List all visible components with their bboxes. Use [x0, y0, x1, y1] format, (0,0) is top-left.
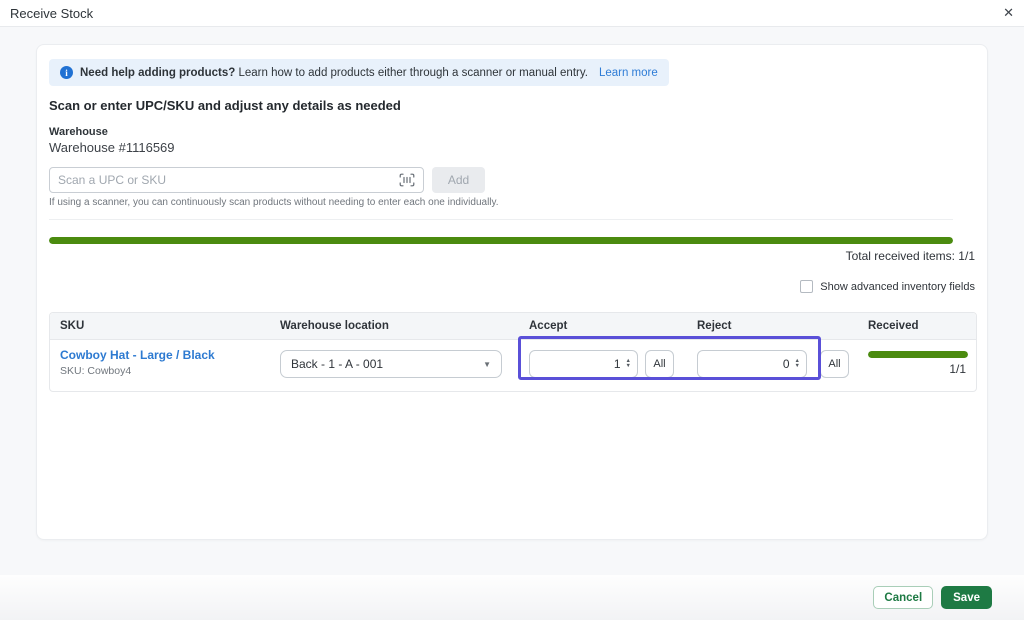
accept-quantity-input-wrapper: ▲▼: [529, 350, 638, 378]
scanner-helper-text: If using a scanner, you can continuously…: [49, 197, 499, 208]
scan-input-wrapper: [49, 167, 424, 193]
reject-all-button[interactable]: All: [820, 350, 849, 378]
receive-items-table: SKU Warehouse location Accept Reject Rec…: [49, 312, 977, 392]
column-header-reject: Reject: [697, 320, 732, 332]
section-heading: Scan or enter UPC/SKU and adjust any det…: [49, 98, 401, 113]
warehouse-value: Warehouse #1116569: [49, 140, 175, 155]
banner-body-text: Learn how to add products either through…: [238, 66, 588, 79]
section-divider: [49, 219, 953, 220]
show-advanced-checkbox[interactable]: [800, 280, 814, 293]
page-title: Receive Stock: [10, 6, 94, 21]
column-header-accept: Accept: [529, 320, 568, 332]
total-progress-bar: [49, 237, 953, 244]
barcode-scan-icon: [399, 173, 415, 187]
total-received-label: Total received items: 1/1: [845, 249, 975, 263]
info-icon: i: [60, 66, 73, 79]
banner-bold-text: Need help adding products?: [80, 66, 236, 79]
row-received-label: 1/1: [949, 362, 966, 376]
show-advanced-label: Show advanced inventory fields: [820, 280, 975, 293]
footer-bar: Cancel Save: [0, 575, 1024, 620]
learn-more-link[interactable]: Learn more: [599, 67, 658, 79]
reject-quantity-input-wrapper: ▲▼: [697, 350, 807, 378]
warehouse-location-value: Back - 1 - A - 001: [291, 357, 384, 371]
receive-stock-card: i Need help adding products? Learn how t…: [36, 44, 988, 540]
column-header-location: Warehouse location: [280, 320, 389, 332]
add-button[interactable]: Add: [432, 167, 485, 193]
table-header: SKU Warehouse location Accept Reject Rec…: [50, 313, 976, 340]
product-sku-label: SKU: Cowboy4: [60, 365, 132, 377]
accept-spinner[interactable]: ▲ ▼: [626, 358, 631, 369]
close-icon[interactable]: ✕: [1003, 5, 1014, 21]
accept-all-button[interactable]: All: [645, 350, 674, 378]
column-header-received: Received: [868, 320, 919, 332]
modal-titlebar: Receive Stock ✕: [0, 0, 1024, 27]
row-received-progress-fill: [868, 351, 968, 358]
show-advanced-row[interactable]: Show advanced inventory fields: [800, 280, 975, 293]
banner-text: Need help adding products? Learn how to …: [80, 67, 588, 79]
column-header-sku: SKU: [60, 320, 85, 332]
scan-input[interactable]: [58, 173, 399, 187]
total-progress-fill: [49, 237, 953, 244]
accept-quantity-input[interactable]: [538, 357, 621, 371]
save-button[interactable]: Save: [941, 586, 992, 609]
row-received-progress-bar: [868, 351, 968, 358]
reject-spinner[interactable]: ▲ ▼: [795, 358, 800, 369]
product-name-link[interactable]: Cowboy Hat - Large / Black: [60, 348, 215, 362]
spinner-down-icon[interactable]: ▼: [795, 363, 800, 369]
help-banner: i Need help adding products? Learn how t…: [49, 59, 669, 86]
warehouse-location-select[interactable]: Back - 1 - A - 001 ▼: [280, 350, 502, 378]
reject-quantity-input[interactable]: [706, 357, 790, 371]
warehouse-label: Warehouse: [49, 126, 108, 138]
spinner-down-icon[interactable]: ▼: [626, 363, 631, 369]
cancel-button[interactable]: Cancel: [873, 586, 934, 609]
table-row: Cowboy Hat - Large / Black SKU: Cowboy4 …: [50, 340, 976, 391]
chevron-down-icon: ▼: [483, 359, 491, 369]
